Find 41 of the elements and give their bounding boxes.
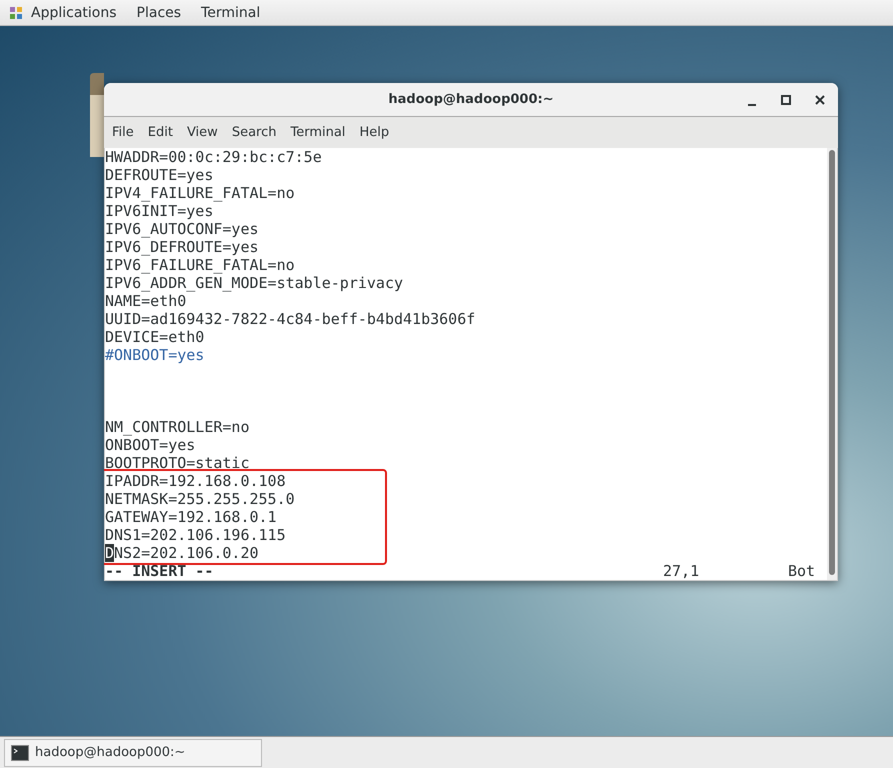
- terminal-line: NM_CONTROLLER=no: [105, 418, 250, 436]
- terminal-line: IPV6_FAILURE_FATAL=no: [105, 256, 295, 274]
- terminal-line: BOOTPROTO=static: [105, 454, 250, 472]
- maximize-icon[interactable]: [780, 94, 792, 106]
- scrollbar[interactable]: [827, 148, 837, 580]
- terminal-line: UUID=ad169432-7822-4c84-beff-b4bd41b3606f: [105, 310, 476, 328]
- top-menu-item[interactable]: Places: [136, 4, 182, 20]
- folder-icon[interactable]: [90, 73, 104, 157]
- terminal-line: IPV6INIT=yes: [105, 202, 214, 220]
- app-logo-icon: [9, 6, 23, 20]
- terminal-line: HWADDR=00:0c:29:bc:c7:5e: [105, 148, 322, 166]
- menu-item[interactable]: Terminal: [290, 125, 346, 140]
- terminal-icon: [11, 744, 29, 760]
- terminal-line: #ONBOOT=yes: [105, 346, 204, 364]
- terminal-line: NAME=eth0: [105, 292, 186, 310]
- menu-item[interactable]: Search: [232, 125, 276, 140]
- menu-item[interactable]: Edit: [148, 125, 173, 140]
- scrollbar-thumb[interactable]: [829, 150, 835, 575]
- taskbar-button[interactable]: hadoop@hadoop000:~: [4, 738, 262, 766]
- terminal-line: IPV4_FAILURE_FATAL=no: [105, 184, 295, 202]
- window-title: hadoop@hadoop000:~: [388, 92, 554, 107]
- top-menu-item[interactable]: Terminal: [201, 4, 260, 20]
- terminal-line: IPV6_AUTOCONF=yes: [105, 220, 259, 238]
- scroll-position: Bot: [788, 562, 816, 580]
- terminal-line: DNS1=202.106.196.115: [105, 526, 286, 544]
- top-menu-item[interactable]: Applications: [31, 4, 117, 20]
- terminal-line: IPV6_ADDR_GEN_MODE=stable-privacy: [105, 274, 404, 292]
- terminal-line: DEFROUTE=yes: [105, 166, 214, 184]
- terminal-line: NETMASK=255.255.255.0: [105, 490, 295, 508]
- menu-item[interactable]: View: [186, 125, 218, 140]
- close-icon[interactable]: [814, 94, 826, 106]
- terminal-line: DNS2=202.106.0.20: [105, 544, 259, 562]
- menu-item[interactable]: Help: [359, 125, 390, 140]
- terminal-line: DEVICE=eth0: [105, 328, 204, 346]
- terminal-line: GATEWAY=192.168.0.1: [105, 508, 277, 526]
- terminal-line: IPADDR=192.168.0.108: [105, 472, 286, 490]
- terminal-line: IPV6_DEFROUTE=yes: [105, 238, 259, 256]
- menu-item[interactable]: File: [112, 125, 134, 140]
- terminal-line: ONBOOT=yes: [105, 436, 196, 454]
- cursor-position: 27,1: [663, 562, 700, 580]
- mode-indicator: -- INSERT --: [105, 562, 214, 580]
